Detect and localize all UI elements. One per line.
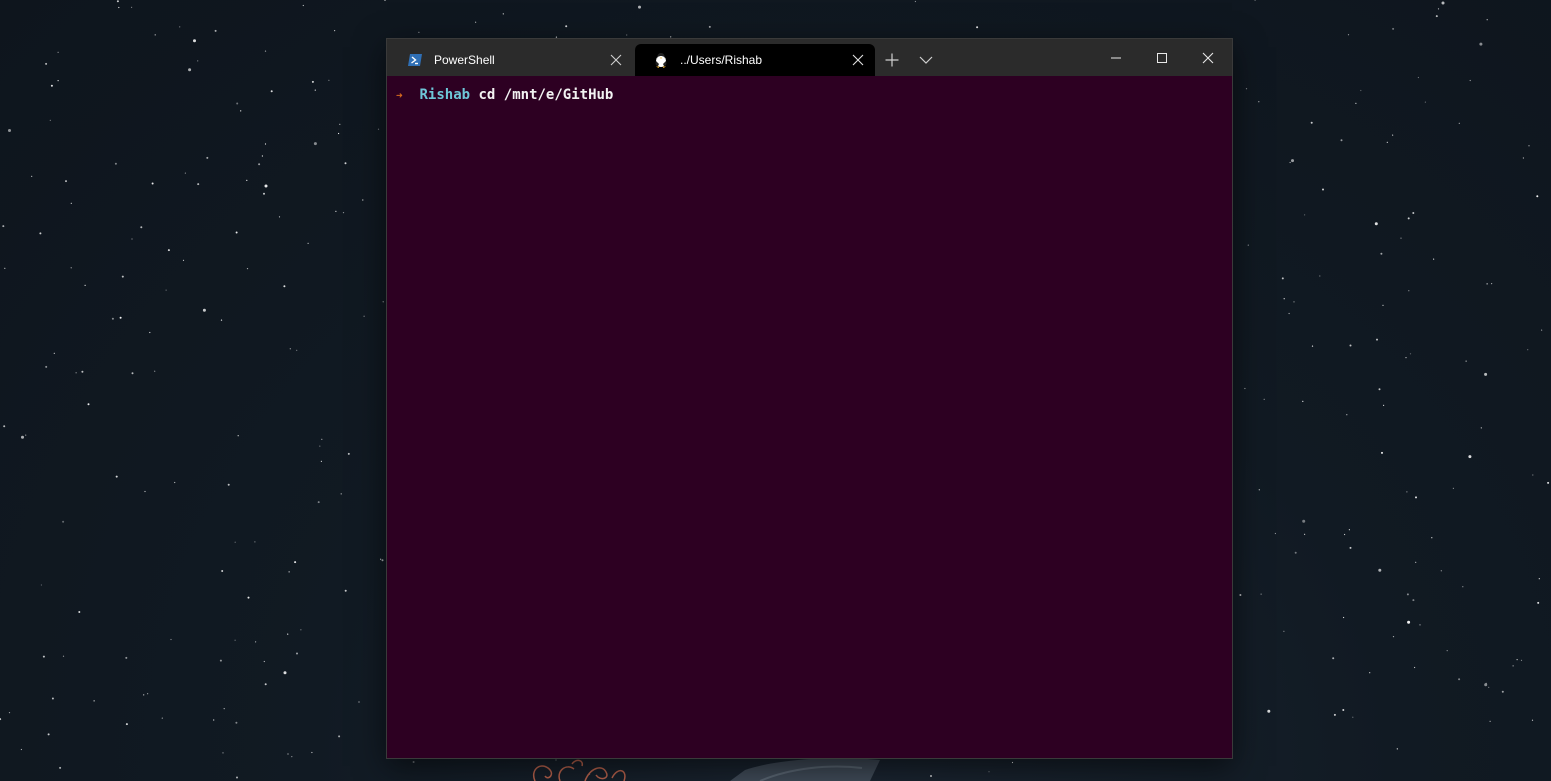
new-tab-button[interactable] <box>878 47 906 73</box>
linux-penguin-icon <box>653 52 669 68</box>
close-tab-icon[interactable] <box>851 53 865 67</box>
powershell-icon <box>407 52 423 68</box>
tab-powershell[interactable]: PowerShell <box>389 44 633 76</box>
plus-icon <box>885 53 899 67</box>
minimize-button[interactable] <box>1093 39 1139 76</box>
prompt-arrow: ➜ <box>396 89 403 102</box>
maximize-button[interactable] <box>1139 39 1185 76</box>
close-window-button[interactable] <box>1185 39 1231 76</box>
tab-dropdown-button[interactable] <box>912 47 940 73</box>
chevron-down-icon <box>919 56 933 64</box>
title-bar[interactable]: PowerShell ../Users/Rishab <box>387 39 1232 76</box>
close-icon <box>1202 52 1214 63</box>
tab-title: PowerShell <box>434 53 495 67</box>
prompt-line: ➜ Rishab cd /mnt/e/GitHub <box>396 86 613 105</box>
prompt-user: Rishab <box>419 87 471 103</box>
minimize-icon <box>1111 57 1121 58</box>
prompt-command: cd /mnt/e/GitHub <box>478 87 614 103</box>
tab-users-rishab[interactable]: ../Users/Rishab <box>635 44 875 76</box>
terminal-window: PowerShell ../Users/Rishab ➜ Rishab cd /… <box>387 39 1232 758</box>
close-tab-icon[interactable] <box>609 53 623 67</box>
tab-title: ../Users/Rishab <box>680 53 763 67</box>
terminal-output[interactable]: ➜ Rishab cd /mnt/e/GitHub <box>387 76 1232 758</box>
maximize-icon <box>1157 52 1167 63</box>
